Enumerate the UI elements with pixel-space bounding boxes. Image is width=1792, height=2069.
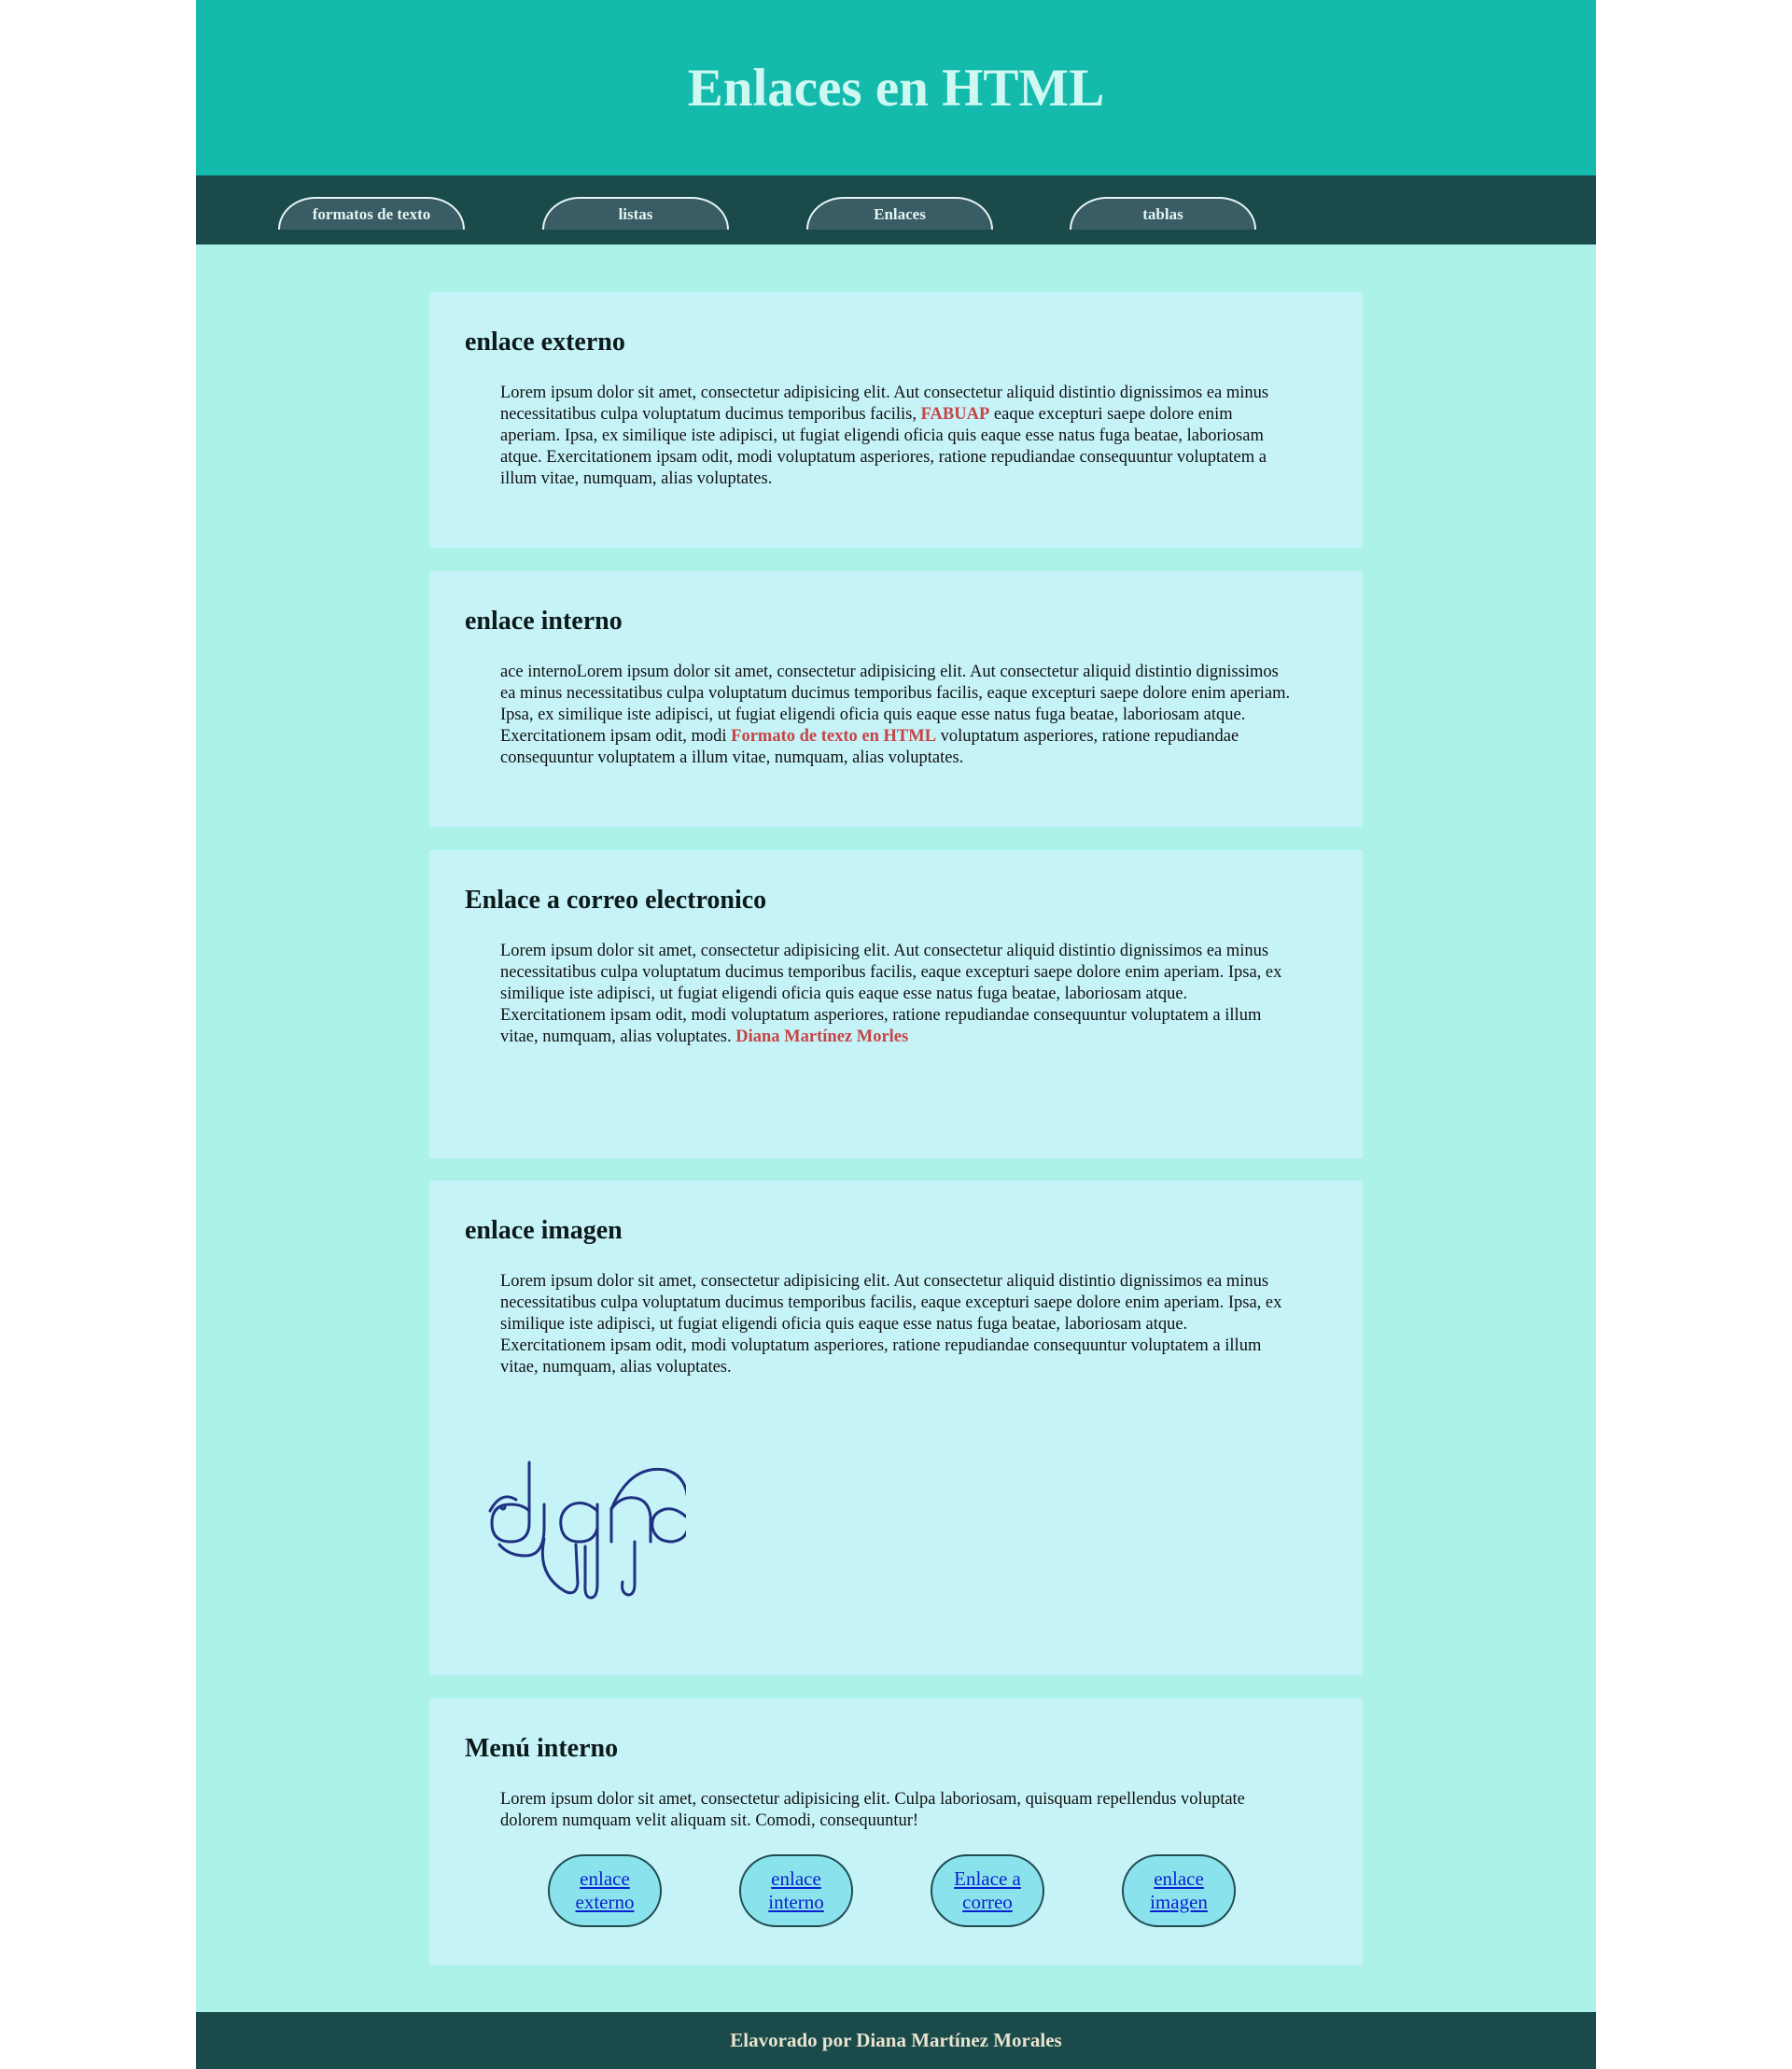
section-heading: Menú interno [465, 1734, 619, 1763]
section-heading: enlace interno [465, 607, 623, 636]
section-enlace-imagen: enlace imagen Lorem ipsum dolor sit amet… [429, 1181, 1363, 1675]
formato-texto-link[interactable]: Formato de texto en HTML [731, 727, 936, 746]
section-enlace-externo: enlace externo Lorem ipsum dolor sit ame… [429, 292, 1363, 548]
section-enlace-correo: Enlace a correo electronico Lorem ipsum … [429, 850, 1363, 1158]
menu-link-label[interactable]: Enlace a correo [954, 1867, 1021, 1914]
tab-enlaces[interactable]: Enlaces [806, 197, 993, 230]
section-heading: enlace imagen [465, 1216, 623, 1245]
page: Enlaces en HTML formatos de texto listas… [196, 0, 1596, 2069]
section-paragraph: Lorem ipsum dolor sit amet, consectetur … [500, 941, 1294, 1048]
menu-link-label[interactable]: enlace interno [768, 1867, 823, 1914]
section-enlace-interno: enlace interno ace internoLorem ipsum do… [429, 571, 1363, 827]
tab-formatos-de-texto[interactable]: formatos de texto [278, 197, 465, 230]
section-paragraph: Lorem ipsum dolor sit amet, consectetur … [500, 1790, 1245, 1830]
footer-text: Elavorado por Diana Martínez Morales [730, 2029, 1062, 2051]
fabuap-link[interactable]: FABUAP [921, 405, 990, 424]
menu-link-label[interactable]: enlace imagen [1150, 1867, 1208, 1914]
menu-link-enlace-imagen[interactable]: enlace imagen [1122, 1854, 1236, 1927]
tab-tablas[interactable]: tablas [1070, 197, 1256, 230]
section-heading: enlace externo [465, 328, 625, 356]
section-menu-interno: Menú interno Lorem ipsum dolor sit amet,… [429, 1699, 1363, 1965]
section-paragraph: Lorem ipsum dolor sit amet, consectetur … [500, 1272, 1282, 1377]
nav-bar: formatos de texto listas Enlaces tablas [196, 175, 1596, 245]
page-header: Enlaces en HTML [196, 0, 1596, 175]
menu-link-enlace-correo[interactable]: Enlace a correo [931, 1854, 1044, 1927]
page-footer: Elavorado por Diana Martínez Morales [196, 2012, 1596, 2069]
diana-logo-image-link[interactable] [481, 1453, 690, 1607]
page-title: Enlaces en HTML [687, 58, 1105, 118]
diana-logo-icon [488, 1461, 690, 1600]
tab-listas[interactable]: listas [542, 197, 729, 230]
menu-link-enlace-interno[interactable]: enlace interno [739, 1854, 853, 1927]
section-paragraph: Lorem ipsum dolor sit amet, consectetur … [500, 383, 1294, 490]
menu-link-label[interactable]: enlace externo [576, 1867, 635, 1914]
section-paragraph: ace internoLorem ipsum dolor sit amet, c… [500, 662, 1294, 769]
email-link[interactable]: Diana Martínez Morles [735, 1028, 908, 1046]
menu-link-enlace-externo[interactable]: enlace externo [548, 1854, 662, 1927]
section-heading: Enlace a correo electronico [465, 886, 767, 915]
